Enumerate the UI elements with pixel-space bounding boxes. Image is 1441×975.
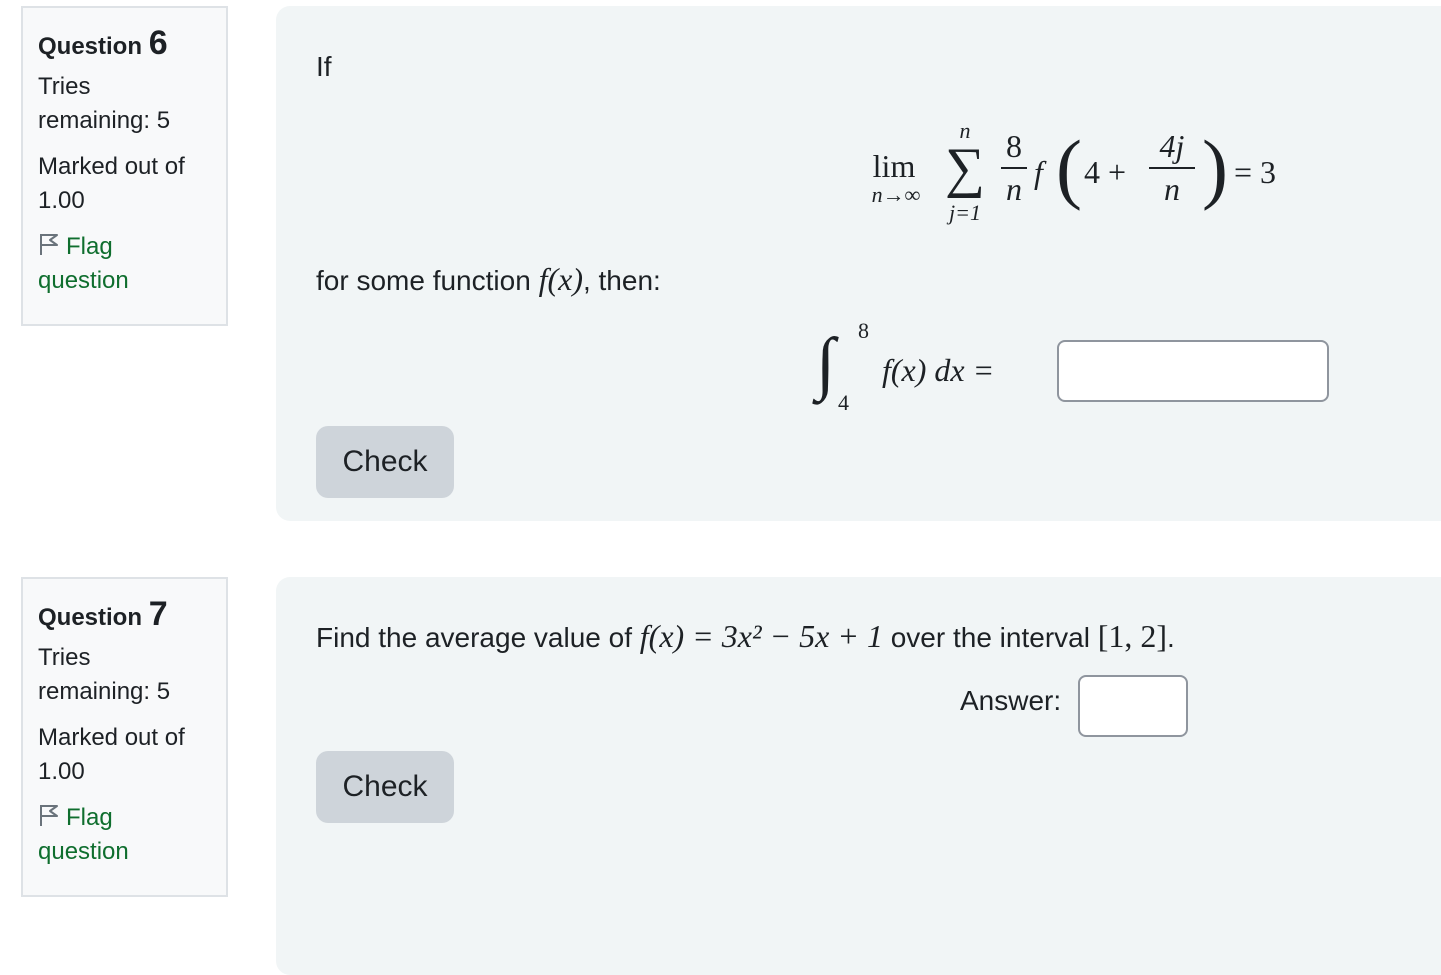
prompt-prefix: Find the average value of <box>316 622 640 653</box>
flag-label-1: Flag <box>66 804 113 831</box>
quiz-page: Question 6 Tries remaining: 5 Marked out… <box>0 0 1441 975</box>
integrand: f(x) dx = <box>882 352 995 388</box>
flag-outline-icon <box>40 805 58 826</box>
prompt-mid: over the interval <box>882 622 1098 653</box>
integral-expression: ∫ 8 4 f(x) dx = <box>816 314 1046 418</box>
limit-equation: lim n→∞ n ∑ j=1 8 n f ( 4 + 4j n) = 3 <box>864 118 1304 228</box>
tries-line-2: remaining: 5 <box>38 678 171 705</box>
inner-left-term: 4 + <box>1084 154 1127 190</box>
question-number-heading: Question 7 <box>38 597 212 635</box>
frac1-numerator: 8 <box>1006 128 1022 164</box>
marked-line-1: Marked out of <box>38 153 185 180</box>
integral-answer-input[interactable] <box>1057 340 1329 402</box>
question-info-7: Question 7 Tries remaining: 5 Marked out… <box>21 577 228 897</box>
question-prompt: Find the average value of f(x) = 3x² − 5… <box>316 619 1175 655</box>
mid-sentence: for some function f(x), then: <box>316 262 661 298</box>
left-paren: ( <box>1056 124 1082 211</box>
question-label: Question <box>38 33 143 60</box>
integral-upper: 8 <box>858 318 869 343</box>
tries-line-1: Tries <box>38 644 91 671</box>
question-info-6: Question 6 Tries remaining: 5 Marked out… <box>21 6 228 326</box>
mid-text-prefix: for some function <box>316 265 539 296</box>
check-button[interactable]: Check <box>316 751 454 823</box>
marked-line-2: 1.00 <box>38 758 85 785</box>
limit-rhs: = 3 <box>1234 154 1277 190</box>
flag-label-2: question <box>38 838 129 865</box>
frac2-denominator: n <box>1164 171 1180 207</box>
flag-question-link[interactable]: Flag question <box>38 230 212 298</box>
sum-lower: j=1 <box>949 200 981 225</box>
sigma-symbol: ∑ <box>945 137 985 199</box>
prompt-function: f(x) = 3x² − 5x + 1 <box>639 618 883 654</box>
frac2-numerator: 4j <box>1159 128 1185 164</box>
tries-line-2: remaining: 5 <box>38 107 171 134</box>
lim-text: lim <box>872 148 916 184</box>
flag-outline-icon <box>40 234 58 255</box>
tries-line-1: Tries <box>38 73 91 100</box>
check-button[interactable]: Check <box>316 426 454 498</box>
frac1-denominator: n <box>1006 171 1022 207</box>
marked-line-2: 1.00 <box>38 187 85 214</box>
answer-label: Answer: <box>960 685 1062 716</box>
question-label: Question <box>38 604 143 631</box>
prompt-interval: [1, 2] <box>1097 618 1168 654</box>
marked-line-1: Marked out of <box>38 724 185 751</box>
mid-text-suffix: , then: <box>582 265 661 296</box>
prompt-suffix: . <box>1167 622 1175 653</box>
question-content-7: Find the average value of f(x) = 3x² − 5… <box>276 577 1441 975</box>
average-answer-input[interactable] <box>1078 675 1188 737</box>
question-number-heading: Question 6 <box>38 26 212 64</box>
mid-text-math: f(x) <box>538 261 583 297</box>
integral-sign: ∫ <box>816 325 836 402</box>
flag-label-2: question <box>38 267 129 294</box>
integral-lower: 4 <box>838 390 849 415</box>
question-intro: If <box>316 51 332 82</box>
flag-label-1: Flag <box>66 233 113 260</box>
lim-subscript: n→∞ <box>871 182 921 207</box>
function-f: f <box>1034 154 1043 190</box>
flag-question-link[interactable]: Flag question <box>38 801 212 869</box>
question-content-6: If lim n→∞ n ∑ j=1 8 n f ( 4 + 4j n) = … <box>276 6 1441 521</box>
right-paren: ) <box>1202 124 1228 211</box>
question-number: 7 <box>148 595 168 633</box>
question-number: 6 <box>148 24 168 62</box>
